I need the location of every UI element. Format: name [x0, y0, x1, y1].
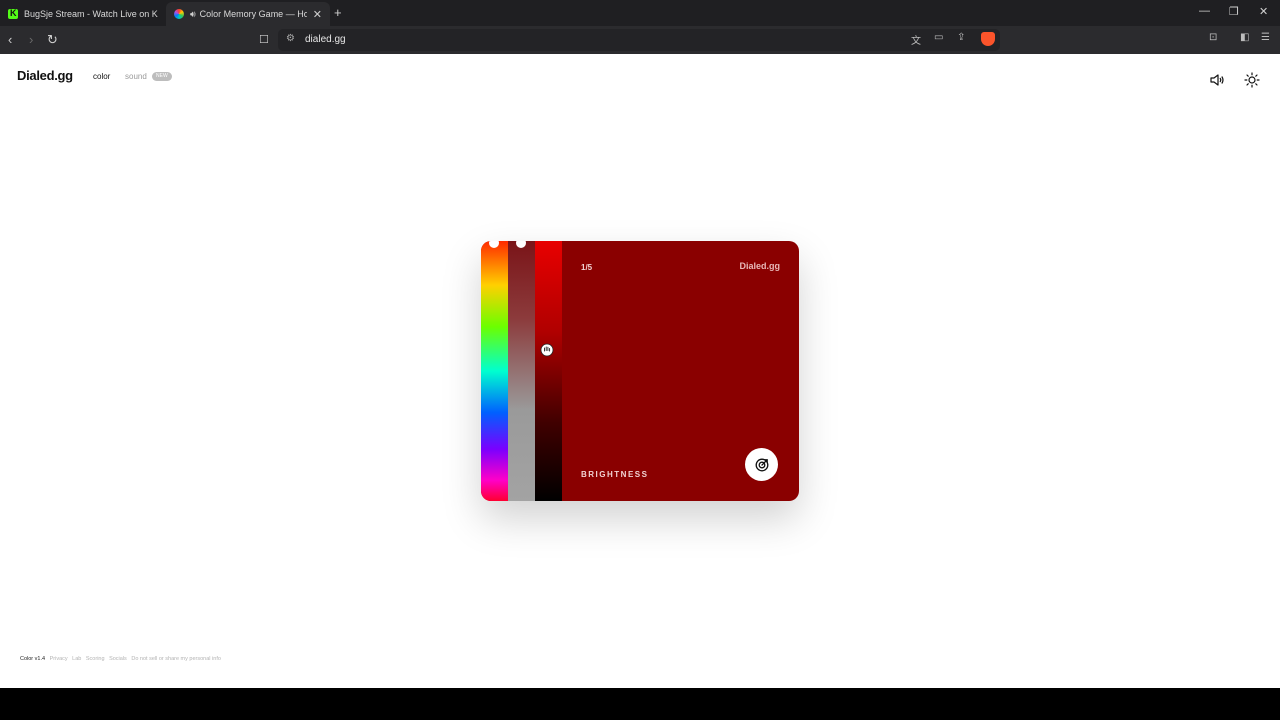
- share-icon[interactable]: ⇪: [957, 32, 965, 43]
- color-wheel-icon: [174, 9, 184, 19]
- brightness-slider[interactable]: [535, 241, 562, 501]
- footer-socials-link[interactable]: Socials: [109, 656, 127, 662]
- forward-icon[interactable]: ›: [29, 32, 33, 48]
- hue-slider-handle[interactable]: [489, 241, 499, 248]
- screenshot-icon[interactable]: ⊡: [1209, 32, 1217, 43]
- grab-cursor-icon: [540, 343, 554, 357]
- footer-privacy-choice-link[interactable]: Do not sell or share my personal info: [131, 656, 221, 662]
- footer-scoring-link[interactable]: Scoring: [86, 656, 105, 662]
- minimize-icon[interactable]: —: [1199, 5, 1210, 17]
- cast-icon[interactable]: ▭: [934, 32, 943, 43]
- sidebar-icon[interactable]: ◧: [1240, 32, 1249, 43]
- submit-guess-button[interactable]: [745, 448, 778, 481]
- card-brand: Dialed.gg: [739, 261, 780, 271]
- theme-toggle-sun-icon[interactable]: [1244, 72, 1260, 88]
- page: Dialed.gg color sound NEW 1/5 Dialed.gg …: [0, 54, 1280, 688]
- footer-privacy-link[interactable]: Privacy: [50, 656, 68, 662]
- site-logo[interactable]: Dialed.gg: [17, 68, 73, 83]
- speaker-icon[interactable]: 🔊︎: [190, 9, 196, 20]
- tab-title: Color Memory Game — How: [199, 9, 307, 19]
- brave-shields-icon[interactable]: [981, 32, 995, 46]
- menu-icon[interactable]: ☰: [1261, 32, 1270, 43]
- bottom-black-bar: [0, 688, 1280, 720]
- slider-label: BRIGHTNESS: [581, 470, 649, 479]
- hue-slider[interactable]: [481, 241, 508, 501]
- back-icon[interactable]: ‹: [8, 32, 12, 48]
- nav-sound-link[interactable]: sound: [125, 72, 147, 81]
- browser-toolbar: ‹ › ↻ ☐ ⚙︎ dialed.gg 文 ▭ ⇪ ⊡ ◧ ☰: [0, 26, 1280, 54]
- close-window-icon[interactable]: ✕: [1259, 5, 1268, 18]
- nav-color-link[interactable]: color: [93, 72, 110, 81]
- kick-logo-icon: [8, 8, 18, 19]
- tab-kick-stream[interactable]: BugSje Stream - Watch Live on Kick: [0, 2, 166, 26]
- reload-icon[interactable]: ↻: [47, 32, 58, 48]
- target-icon: [755, 458, 768, 471]
- new-badge: NEW: [152, 72, 172, 81]
- footer-version: Color v1.4: [20, 656, 46, 662]
- tab-strip: BugSje Stream - Watch Live on Kick 🔊︎ Co…: [0, 0, 1280, 26]
- color-game-card: 1/5 Dialed.gg BRIGHTNESS: [481, 241, 799, 501]
- round-counter: 1/5: [581, 263, 593, 272]
- tab-color-memory-game[interactable]: 🔊︎ Color Memory Game — How ✕: [166, 2, 330, 26]
- tab-title: BugSje Stream - Watch Live on Kick: [24, 9, 158, 19]
- new-tab-button[interactable]: +: [334, 5, 342, 20]
- url-text: dialed.gg: [305, 34, 346, 45]
- translate-icon[interactable]: 文: [911, 32, 921, 47]
- site-info-icon[interactable]: ⚙︎: [286, 33, 295, 44]
- saturation-slider-handle[interactable]: [516, 241, 526, 248]
- footer-lab-link[interactable]: Lab: [72, 656, 81, 662]
- saturation-slider[interactable]: [508, 241, 535, 501]
- footer: Color v1.4 Privacy Lab Scoring Socials D…: [20, 656, 224, 662]
- restore-icon[interactable]: ❐: [1229, 5, 1239, 18]
- volume-icon[interactable]: [1209, 72, 1225, 88]
- bookmark-icon[interactable]: ☐: [259, 32, 269, 48]
- address-bar[interactable]: ⚙︎ dialed.gg: [278, 29, 1000, 51]
- close-tab-icon[interactable]: ✕: [313, 8, 322, 21]
